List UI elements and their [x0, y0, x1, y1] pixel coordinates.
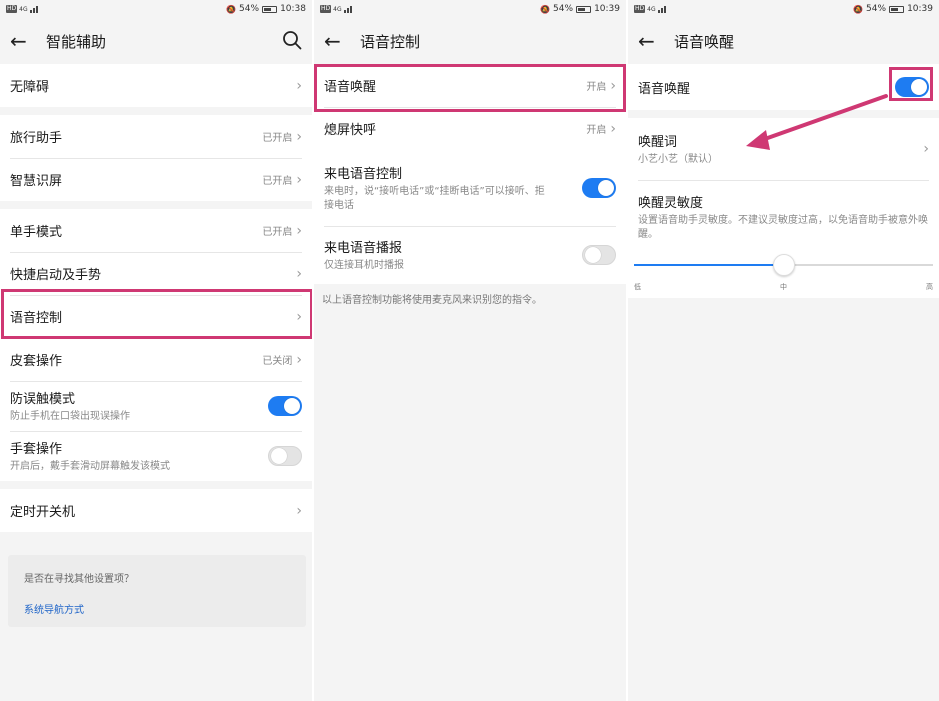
battery-percent: 54% — [239, 4, 260, 14]
hd-icon: HD — [320, 5, 332, 13]
battery-icon — [262, 5, 278, 13]
page-title: 语音控制 — [360, 32, 421, 51]
hd-icon: HD — [6, 5, 18, 13]
mute-icon: 🔕 — [226, 4, 237, 14]
tick-high: 高 — [926, 283, 933, 291]
item-status: 已开启 — [262, 133, 293, 144]
slider-fill — [634, 264, 784, 266]
item-label: 无障碍 — [10, 80, 50, 95]
chevron-right-icon: › — [296, 171, 302, 188]
mute-icon: 🔕 — [540, 4, 551, 14]
settings-item-accessibility[interactable]: 无障碍 › — [0, 64, 312, 107]
incoming-call-voice-toggle[interactable] — [582, 178, 616, 198]
title-bar: ← 语音控制 — [314, 18, 626, 64]
mic-note: 以上语音控制功能将使用麦克风来识别您的指令。 — [322, 295, 542, 306]
settings-item-pocket-mode: 防误触模式 防止手机在口袋出现误操作 — [0, 381, 312, 431]
item-label: 皮套操作 — [10, 354, 63, 369]
item-label: 防误触模式 — [10, 392, 76, 407]
suggestion-question: 是否在寻找其他设置项？ — [24, 574, 134, 585]
settings-group: 无障碍 › — [0, 64, 312, 107]
chevron-right-icon: › — [296, 77, 302, 94]
slider-thumb[interactable] — [772, 254, 795, 276]
settings-item-incoming-call-voice: 来电语音控制 来电时，说“接听电话”或“挂断电话”可以接听、拒接电话 — [314, 150, 626, 226]
item-status: 开启 — [586, 125, 607, 136]
item-label: 来电语音控制 — [324, 167, 403, 182]
network-label: 4G — [333, 5, 342, 13]
settings-item-voice-control[interactable]: 语音控制 › — [0, 295, 312, 338]
item-label: 快捷启动及手势 — [10, 268, 102, 283]
back-arrow-icon[interactable]: ← — [10, 29, 38, 53]
settings-group: 定时开关机 › — [0, 489, 312, 532]
slider-track — [634, 254, 933, 276]
item-label: 单手模式 — [10, 225, 63, 240]
item-label: 熄屏快呼 — [324, 123, 377, 138]
item-label: 手套操作 — [10, 442, 63, 457]
item-description: 防止手机在口袋出现误操作 — [10, 411, 130, 422]
item-description: 开启后，戴手套滑动屏幕触发该模式 — [10, 461, 170, 472]
settings-group: 单手模式 已开启 › 快捷启动及手势 › 语音控制 › 皮套操作 已关闭 › 防… — [0, 209, 312, 481]
settings-item-cover-mode[interactable]: 皮套操作 已关闭 › — [0, 338, 312, 381]
settings-item-incoming-call-announce: 来电语音播报 仅连接耳机时播报 — [314, 226, 626, 284]
settings-item-shortcuts-gestures[interactable]: 快捷启动及手势 › — [0, 252, 312, 295]
settings-item-scheduled-power[interactable]: 定时开关机 › — [0, 489, 312, 532]
item-status: 已开启 — [262, 176, 293, 187]
system-navigation-link[interactable]: 系统导航方式 — [24, 601, 290, 616]
page-title: 智能辅助 — [46, 32, 107, 51]
suggestion-card: 是否在寻找其他设置项？ 系统导航方式 — [8, 555, 306, 627]
item-label: 语音唤醒 — [324, 80, 377, 95]
settings-group: 来电语音控制 来电时，说“接听电话”或“挂断电话”可以接听、拒接电话 来电语音播… — [314, 150, 626, 284]
settings-group: 旅行助手 已开启 › 智慧识屏 已开启 › — [0, 115, 312, 201]
chevron-right-icon: › — [296, 265, 302, 282]
signal-icon — [343, 5, 352, 13]
chevron-right-icon: › — [296, 222, 302, 239]
network-label: 4G — [19, 5, 28, 13]
battery-percent: 54% — [553, 4, 574, 14]
status-bar: HD 4G 🔕 54% 10:39 — [314, 0, 626, 18]
settings-group: 语音唤醒 开启 › 熄屏快呼 开启 › — [314, 64, 626, 150]
status-bar: HD 4G 🔕 54% 10:38 — [0, 0, 312, 18]
chevron-right-icon: › — [610, 120, 616, 137]
item-label: 来电语音播报 — [324, 241, 403, 256]
item-description: 仅连接耳机时播报 — [324, 260, 404, 271]
clock: 10:39 — [594, 4, 620, 14]
settings-item-travel-assistant[interactable]: 旅行助手 已开启 › — [0, 115, 312, 158]
tick-low: 低 — [634, 283, 641, 291]
settings-item-one-hand[interactable]: 单手模式 已开启 › — [0, 209, 312, 252]
item-status: 已关闭 — [262, 356, 293, 367]
pocket-mode-toggle[interactable] — [268, 396, 302, 416]
chevron-right-icon: › — [296, 351, 302, 368]
settings-item-glove-mode: 手套操作 开启后，戴手套滑动屏幕触发该模式 — [0, 431, 312, 481]
item-label: 智慧识屏 — [10, 174, 63, 189]
sensitivity-slider[interactable]: 低 中 高 — [628, 246, 939, 298]
incoming-call-announce-toggle[interactable] — [582, 245, 616, 265]
clock: 10:38 — [280, 4, 306, 14]
panel-voice-control: HD 4G 🔕 54% 10:39 ← 语音控制 语音唤醒 开启 › 熄屏快呼 … — [314, 0, 626, 701]
item-label: 旅行助手 — [10, 131, 63, 146]
title-bar: ← 智能辅助 — [0, 18, 312, 64]
glove-mode-toggle[interactable] — [268, 446, 302, 466]
chevron-right-icon: › — [296, 128, 302, 145]
search-icon[interactable] — [282, 30, 302, 50]
slider-ticks: 低 中 高 — [634, 282, 933, 292]
item-label: 定时开关机 — [10, 505, 76, 520]
chevron-right-icon: › — [610, 77, 616, 94]
battery-icon — [576, 5, 592, 13]
chevron-right-icon: › — [296, 502, 302, 519]
settings-item-screen-off-call[interactable]: 熄屏快呼 开启 › — [314, 107, 626, 150]
annotation-arrow — [746, 94, 888, 150]
signal-icon — [29, 5, 38, 13]
chevron-right-icon: › — [296, 308, 302, 325]
settings-item-smart-screen[interactable]: 智慧识屏 已开启 › — [0, 158, 312, 201]
panel-voice-wakeup: HD 4G 🔕 54% 10:39 ← 语音唤醒 语音唤醒 唤醒词 小艺小艺（默… — [628, 0, 939, 701]
item-description: 来电时，说“接听电话”或“挂断电话”可以接听、拒接电话 — [324, 186, 545, 211]
item-status: 开启 — [586, 82, 607, 93]
settings-item-voice-wakeup[interactable]: 语音唤醒 开启 › — [314, 64, 626, 107]
panel-smart-assist: HD 4G 🔕 54% 10:38 ← 智能辅助 无障碍 › 旅行助手 已开启 … — [0, 0, 312, 701]
tick-mid: 中 — [780, 283, 787, 291]
item-label: 语音控制 — [10, 311, 63, 326]
item-status: 已开启 — [262, 227, 293, 238]
sensitivity-description: 设置语音助手灵敏度。不建议灵敏度过高，以免语音助手被意外唤醒。 — [638, 215, 928, 240]
back-arrow-icon[interactable]: ← — [324, 29, 352, 53]
